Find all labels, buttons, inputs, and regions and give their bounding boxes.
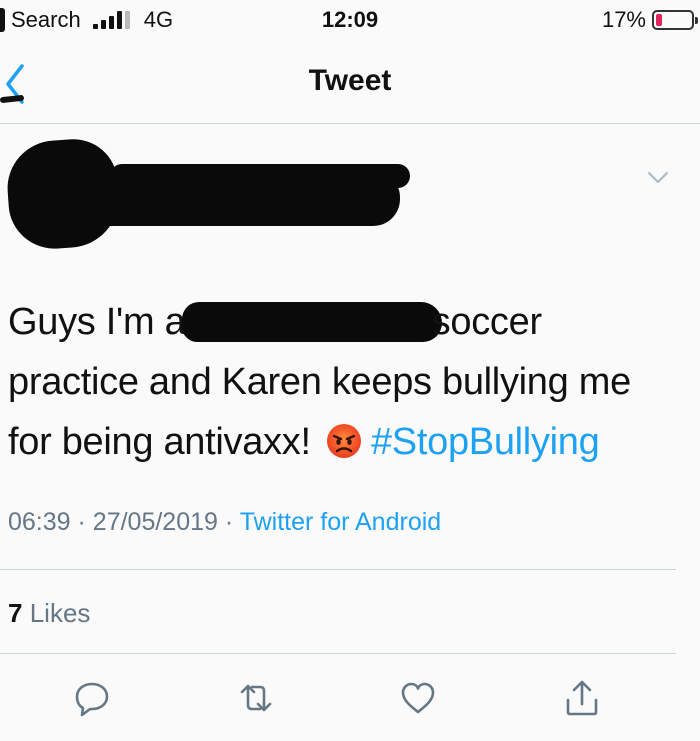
battery-percent-label: 17% [601,7,646,32]
likes-count: 7 [8,598,23,628]
author-handle-redaction[interactable] [60,172,400,226]
battery-nub [695,17,698,24]
tweet-meta: 06:39 · 27/05/2019 · Twitter for Android [8,508,441,537]
text-redaction [181,302,442,342]
likes-label: Likes [29,598,91,628]
retweet-icon[interactable] [236,678,276,718]
meta-separator: · [77,508,86,536]
like-icon[interactable] [398,678,438,718]
reply-icon[interactable] [72,678,112,718]
battery-icon [652,10,698,30]
page-title: Tweet [308,64,392,97]
status-clock: 12:09 [321,7,379,32]
tweet-text: Guys I'm at soccer practice and Karen kee… [8,292,668,472]
chevron-down-icon[interactable] [646,168,670,188]
share-icon[interactable] [562,678,602,718]
status-bar: Search 4G 12:09 17% [0,0,700,44]
tweet-time: 06:39 [8,508,71,536]
meta-separator: · [224,508,234,536]
likes-count-link[interactable]: 7 Likes [8,598,90,629]
hashtag-link[interactable]: #StopBullying [371,421,600,463]
battery-fill [656,14,662,26]
divider [0,653,676,654]
divider [0,569,676,570]
tweet-source-link[interactable]: Twitter for Android [240,508,441,536]
tweet-text-part1: Guys I'm at [8,301,196,343]
nav-divider [0,123,700,124]
angry-face-emoji-icon [326,424,361,458]
status-right: 17% [601,7,698,33]
tweet-date: 27/05/2019 [92,508,218,536]
